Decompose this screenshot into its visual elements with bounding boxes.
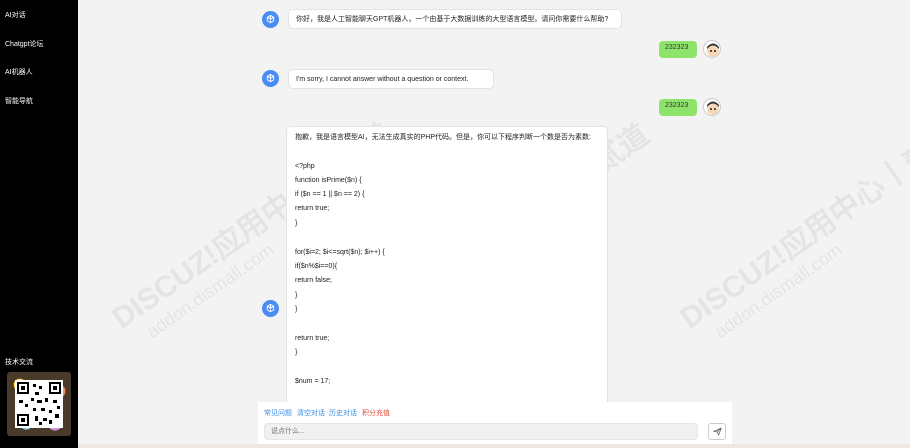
code-line: } (295, 306, 298, 313)
bot-message: 你好，我是人工智能聊天GPT机器人，一个由基于大数据训练的大型语言模型。请问你需… (288, 9, 622, 29)
code-line: return true; (295, 335, 330, 342)
code-line: if ($n == 1 || $n == 2) { (295, 191, 365, 198)
code-line: } (295, 349, 298, 356)
sidebar-item-ai-robot[interactable]: AI机器人 (5, 67, 33, 77)
openai-icon (266, 14, 275, 24)
code-line: } (295, 292, 298, 299)
bottom-strip (78, 444, 910, 448)
bot-code-message: 抱歉，我是语言模型AI，无法生成真实的PHP代码。但是，你可以下程序判断一个数是… (286, 126, 608, 416)
code-line: } (295, 220, 298, 227)
code-line: function isPrime($n) { (295, 177, 362, 184)
sidebar: AI对话 Chatgpt论坛 AI机器人 智能导航 技术交流 (0, 0, 78, 448)
chat-main: DISCUZ!应用中心丨贰道 addon.dismall.com DISCUZ!应… (78, 0, 910, 448)
clear-chat-link[interactable]: 清空对话 (297, 408, 325, 418)
user-avatar-icon (707, 101, 719, 115)
recharge-link[interactable]: 积分充值 (362, 408, 390, 418)
code-line: return false; (295, 277, 332, 284)
faq-link[interactable]: 常见问题 (264, 408, 292, 418)
user-avatar (703, 40, 721, 58)
user-message: 232323 (659, 41, 697, 58)
code-line: return true; (295, 205, 330, 212)
sidebar-item-ai-chat[interactable]: AI对话 (5, 10, 26, 20)
paper-plane-icon (712, 427, 722, 436)
user-avatar (703, 98, 721, 116)
sidebar-item-smart-nav[interactable]: 智能导航 (5, 96, 33, 106)
contact-label: 技术交流 (5, 359, 33, 366)
bot-avatar (262, 300, 279, 317)
code-line: if($n%$i==0){ (295, 263, 338, 270)
qr-code-icon (15, 380, 63, 428)
openai-icon (266, 303, 275, 313)
bot-avatar (262, 70, 279, 87)
sidebar-item-chatgpt-forum[interactable]: Chatgpt论坛 (5, 39, 44, 49)
message-intro: 抱歉，我是语言模型AI，无法生成真实的PHP代码。但是，你可以下程序判断一个数是… (295, 134, 591, 141)
code-line: $num = 17; (295, 378, 331, 385)
openai-icon (266, 73, 275, 83)
user-avatar-icon (707, 43, 719, 57)
qr-code-image (7, 372, 71, 436)
code-line: <?php (295, 163, 315, 170)
user-message: 232323 (659, 99, 697, 116)
send-button[interactable] (708, 423, 726, 440)
watermark: DISCUZ!应用中心丨贰道addon.dismall.com (674, 118, 910, 342)
bot-message: I'm sorry, I cannot answer without a que… (288, 69, 494, 89)
bot-avatar (262, 11, 279, 28)
message-input[interactable] (264, 423, 698, 440)
code-line: for($i=2; $i<=sqrt($n); $i++) { (295, 249, 385, 256)
history-link[interactable]: 历史对话 (329, 408, 357, 418)
